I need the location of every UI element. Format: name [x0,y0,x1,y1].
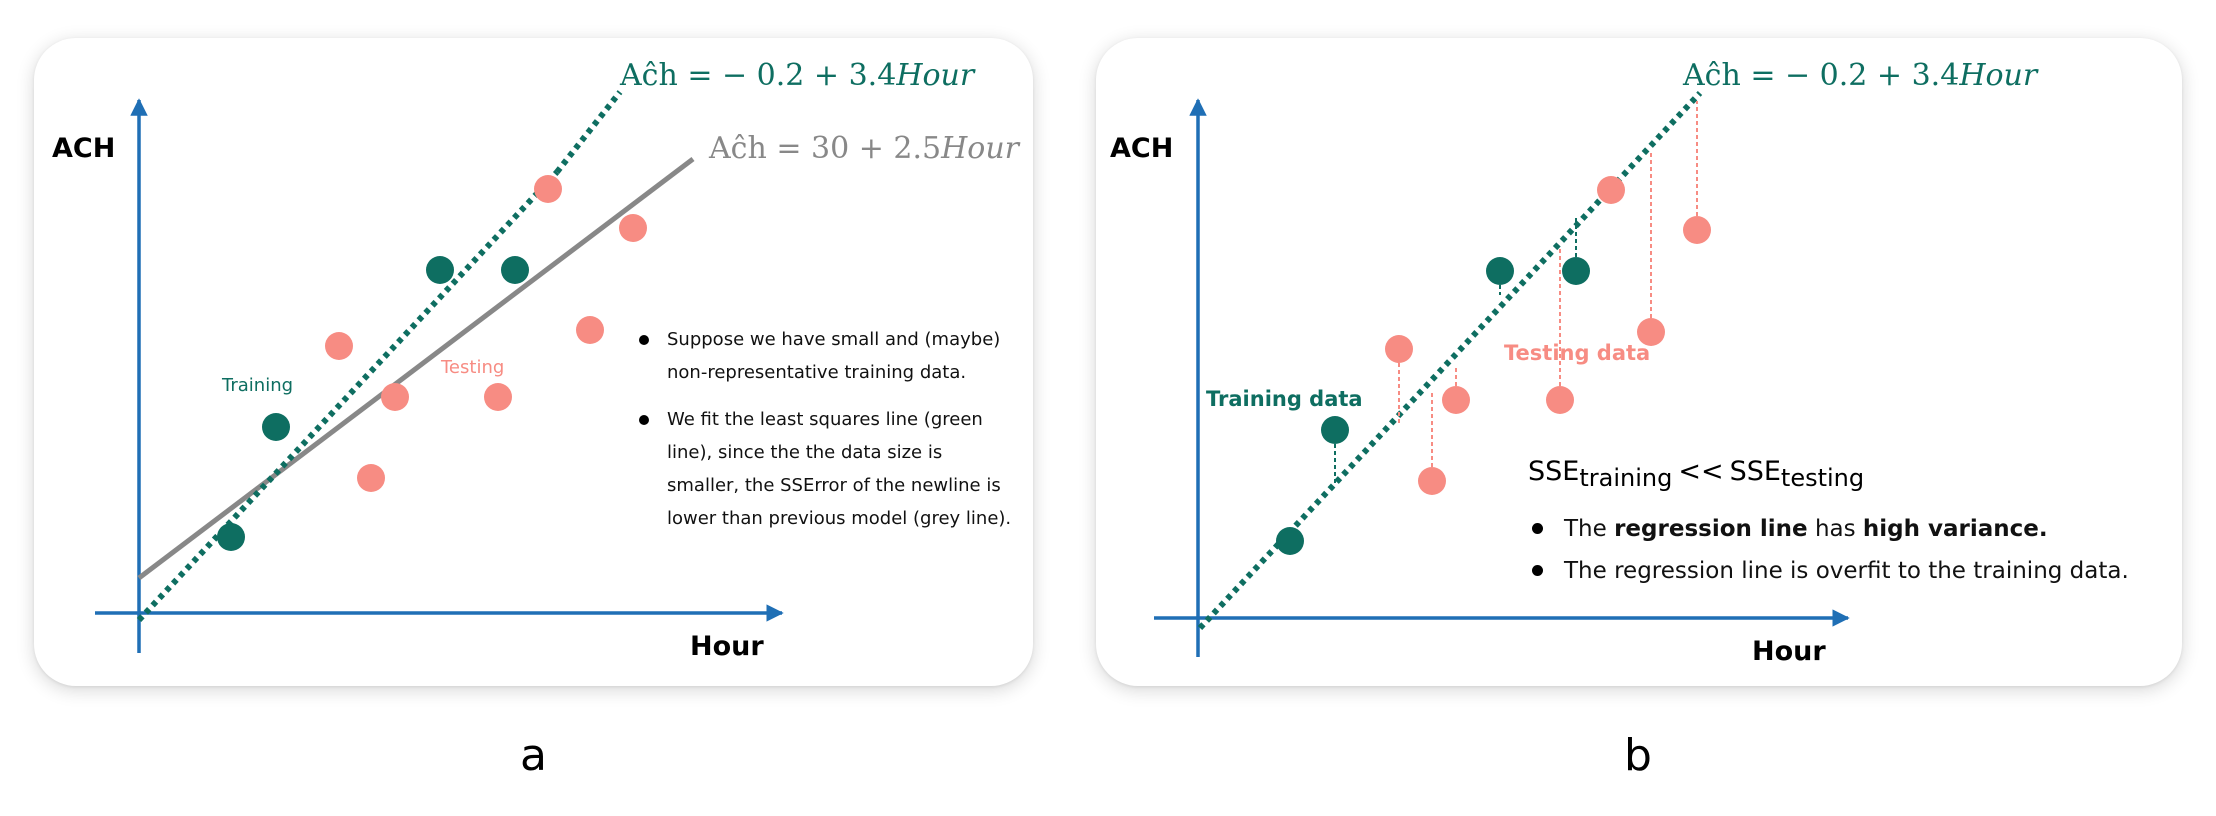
sse-operator: << [1678,456,1724,487]
note-item: The regression line has high variance. [1530,508,2129,550]
diagram-canvas: ACH Hour Training Testing Aĉh = − 0.2 + … [52,58,2039,667]
note-item: The regression line is overfit to the tr… [1530,550,2129,592]
green-equation-b: Aĉh = − 0.2 + 3.4Hour [1682,58,2039,93]
training-point [1321,416,1349,444]
testing-point [1597,176,1625,204]
training-point [426,256,454,284]
sse-right: SSE [1729,456,1781,487]
eq-hat: Aĉh [619,58,678,93]
eq-rhs: = − 0.2 + 3.4 [1741,58,1960,93]
note-item: We fit the least squares line (green lin… [637,403,1017,535]
note-bold: high variance. [1862,516,2048,542]
training-point [1276,527,1304,555]
testing-points-a [325,175,647,492]
eq-var: Hour [1958,58,2039,93]
green-equation-a: Aĉh = − 0.2 + 3.4Hour [619,58,976,93]
testing-point [1546,386,1574,414]
testing-point [381,383,409,411]
grey-equation-a: Aĉh = 30 + 2.5Hour [708,131,1021,166]
green-regression-line-a-upper [554,90,623,174]
note-bold: regression line [1614,516,1808,542]
grey-regression-line-a [137,157,695,580]
testing-label-b: Testing data [1504,341,1650,365]
training-point [501,256,529,284]
eq-hat: Aĉh [1682,58,1741,93]
eq-rhs: = − 0.2 + 3.4 [678,58,897,93]
testing-point [619,214,647,242]
y-axis-label-b: ACH [1110,133,1173,164]
training-point [1562,257,1590,285]
sse-left: SSE [1528,456,1580,487]
y-axis-label-a: ACH [52,133,115,164]
caption-b: b [1624,730,1652,781]
testing-point [1418,467,1446,495]
testing-point [325,332,353,360]
testing-label-a: Testing [440,357,504,378]
testing-point [534,175,562,203]
x-axis-label-b: Hour [1752,636,1826,667]
testing-point [1442,386,1470,414]
training-point [217,523,245,551]
testing-point [1385,335,1413,363]
testing-point [484,383,512,411]
eq-var: Hour [895,58,976,93]
training-point [262,413,290,441]
note-item: Suppose we have small and (maybe) non-re… [637,323,1017,389]
notes-a: Suppose we have small and (maybe) non-re… [637,323,1017,549]
testing-points-b [1385,176,1711,495]
x-axis-label-a: Hour [690,631,764,662]
sse-left-sub: training [1579,464,1673,492]
testing-point [357,464,385,492]
eq-hat: Aĉh [708,131,767,166]
training-label-b: Training data [1206,387,1363,411]
eq-var: Hour [940,131,1021,166]
notes-b: The regression line has high variance. T… [1530,508,2129,592]
note-text: The [1564,516,1615,542]
testing-point [576,316,604,344]
training-label-a: Training [221,375,293,396]
eq-rhs: = 30 + 2.5 [767,131,941,166]
sse-comparison: SSEtraining << SSEtesting [1528,456,1864,492]
testing-point [1683,216,1711,244]
note-text: has [1807,516,1863,542]
sse-right-sub: testing [1780,464,1865,492]
training-point [1486,257,1514,285]
caption-a: a [520,730,547,781]
